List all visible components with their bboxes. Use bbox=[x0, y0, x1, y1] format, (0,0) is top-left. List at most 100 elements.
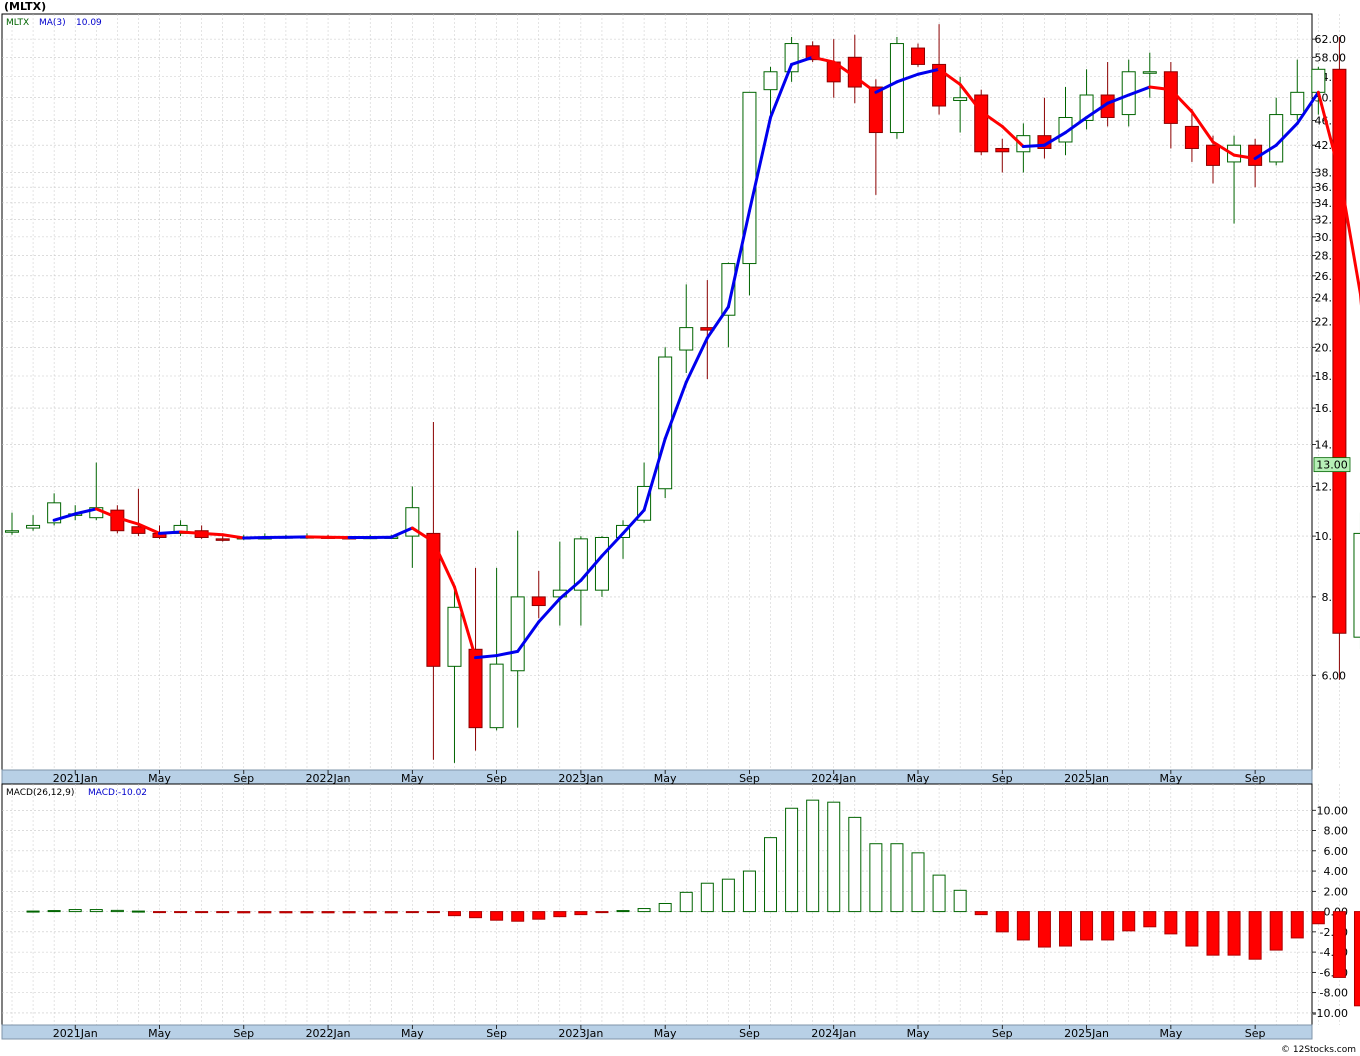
candle-body bbox=[26, 524, 41, 529]
macd-bar bbox=[47, 910, 61, 913]
price-legend-ticker: MLTX bbox=[6, 18, 29, 28]
candle-body bbox=[1184, 125, 1199, 149]
macd-bar bbox=[469, 911, 483, 919]
macd-bar bbox=[426, 911, 440, 914]
macd-tick-label: 4.00 bbox=[1324, 865, 1349, 878]
macd-bar bbox=[26, 910, 40, 913]
macd-bar bbox=[1037, 911, 1051, 948]
macd-bar bbox=[384, 911, 398, 914]
macd-bar bbox=[363, 911, 377, 914]
candle-body bbox=[1205, 144, 1220, 166]
last-price-tag-text: 13.00 bbox=[1316, 459, 1348, 472]
price-x-label: Sep bbox=[739, 772, 760, 785]
macd-panel-frame bbox=[1, 783, 1313, 1026]
macd-bar bbox=[1248, 911, 1262, 960]
macd-bar bbox=[1227, 911, 1241, 956]
price-x-label: May bbox=[401, 772, 424, 785]
macd-x-label: Sep bbox=[486, 1027, 507, 1040]
macd-bar bbox=[511, 911, 525, 922]
macd-bar bbox=[152, 911, 166, 914]
candle-body bbox=[510, 596, 525, 672]
price-x-label: Sep bbox=[486, 772, 507, 785]
price-panel-frame bbox=[1, 13, 1313, 771]
macd-bar bbox=[595, 911, 609, 914]
macd-bar bbox=[1122, 911, 1136, 932]
macd-bar bbox=[1311, 911, 1325, 925]
price-x-label: 2025Jan bbox=[1064, 772, 1109, 785]
macd-bar bbox=[195, 911, 209, 914]
macd-tick-label: 6.00 bbox=[1324, 845, 1349, 858]
ma-segment bbox=[179, 530, 204, 535]
candle-body bbox=[594, 536, 609, 591]
macd-bar bbox=[869, 843, 883, 913]
candle-body bbox=[1142, 71, 1157, 74]
macd-bar bbox=[342, 911, 356, 914]
macd-bar bbox=[68, 909, 82, 913]
macd-tick-label: -8.00 bbox=[1320, 987, 1348, 1000]
macd-bar bbox=[532, 911, 546, 920]
ma-segment bbox=[200, 531, 225, 537]
macd-x-label: May bbox=[654, 1027, 677, 1040]
price-tick-label: 6.00 bbox=[1322, 669, 1347, 682]
macd-bar bbox=[1290, 911, 1304, 939]
macd-x-label: Sep bbox=[233, 1027, 254, 1040]
stock-chart: 6.008.0010.0012.0014.0016.0018.0020.0022… bbox=[0, 0, 1360, 1056]
macd-x-label: May bbox=[401, 1027, 424, 1040]
macd-legend-value: MACD:-10.02 bbox=[88, 788, 147, 798]
macd-bar bbox=[574, 911, 588, 916]
macd-bar bbox=[1059, 911, 1072, 947]
macd-tick-label: 10.00 bbox=[1317, 804, 1349, 817]
macd-bar bbox=[721, 878, 735, 913]
macd-bar bbox=[785, 807, 799, 913]
price-x-label: May bbox=[148, 772, 171, 785]
macd-bar bbox=[890, 843, 904, 913]
macd-bar bbox=[237, 911, 251, 914]
candle-body bbox=[215, 538, 230, 541]
macd-x-label: May bbox=[148, 1027, 171, 1040]
price-tick-label: 62.00 bbox=[1315, 33, 1347, 46]
candle-body bbox=[489, 663, 504, 729]
macd-bar bbox=[616, 910, 630, 913]
macd-bar bbox=[658, 902, 672, 913]
macd-bar bbox=[1185, 911, 1199, 947]
macd-bar bbox=[974, 911, 988, 916]
macd-bar bbox=[279, 911, 293, 914]
macd-bar bbox=[110, 909, 124, 913]
price-x-label: May bbox=[907, 772, 930, 785]
chart-symbol: (MLTX) bbox=[4, 0, 46, 13]
candle-body bbox=[763, 71, 778, 91]
candle-body bbox=[531, 596, 546, 607]
candle-body bbox=[1311, 68, 1326, 93]
macd-bar bbox=[300, 911, 314, 914]
macd-bar bbox=[1353, 911, 1360, 1007]
candle-body bbox=[911, 47, 926, 65]
price-x-label: May bbox=[1159, 772, 1182, 785]
candle-body bbox=[953, 97, 968, 101]
macd-bar bbox=[1143, 911, 1157, 928]
macd-bar bbox=[742, 870, 756, 913]
macd-bar bbox=[700, 882, 714, 913]
ma-segment bbox=[1021, 143, 1046, 149]
macd-bar bbox=[321, 911, 335, 914]
macd-x-axis-labels: 2021Jan May Sep 2022Jan May Sep 2023Jan May Sep 2… bbox=[53, 1025, 1266, 1040]
macd-x-label: 2023Jan bbox=[558, 1027, 603, 1040]
macd-x-label: 2024Jan bbox=[811, 1027, 856, 1040]
macd-bar bbox=[405, 911, 419, 914]
macd-x-label: Sep bbox=[1245, 1027, 1266, 1040]
macd-bar bbox=[174, 911, 188, 914]
macd-bar bbox=[216, 911, 230, 914]
macd-bar bbox=[1016, 911, 1030, 941]
macd-bar bbox=[848, 816, 862, 913]
macd-bar bbox=[447, 911, 461, 917]
ma-segment bbox=[157, 530, 183, 535]
macd-tick-label: -10.00 bbox=[1313, 1007, 1348, 1020]
price-legend-ma: MA(3) bbox=[39, 18, 66, 28]
candle-body bbox=[1269, 114, 1284, 163]
candle-body bbox=[1353, 532, 1360, 638]
macd-x-label: 2022Jan bbox=[306, 1027, 351, 1040]
candle-body bbox=[468, 648, 483, 729]
macd-bar bbox=[827, 801, 841, 913]
macd-bar bbox=[953, 889, 967, 913]
macd-x-label: May bbox=[1159, 1027, 1182, 1040]
macd-bar bbox=[1080, 911, 1094, 941]
